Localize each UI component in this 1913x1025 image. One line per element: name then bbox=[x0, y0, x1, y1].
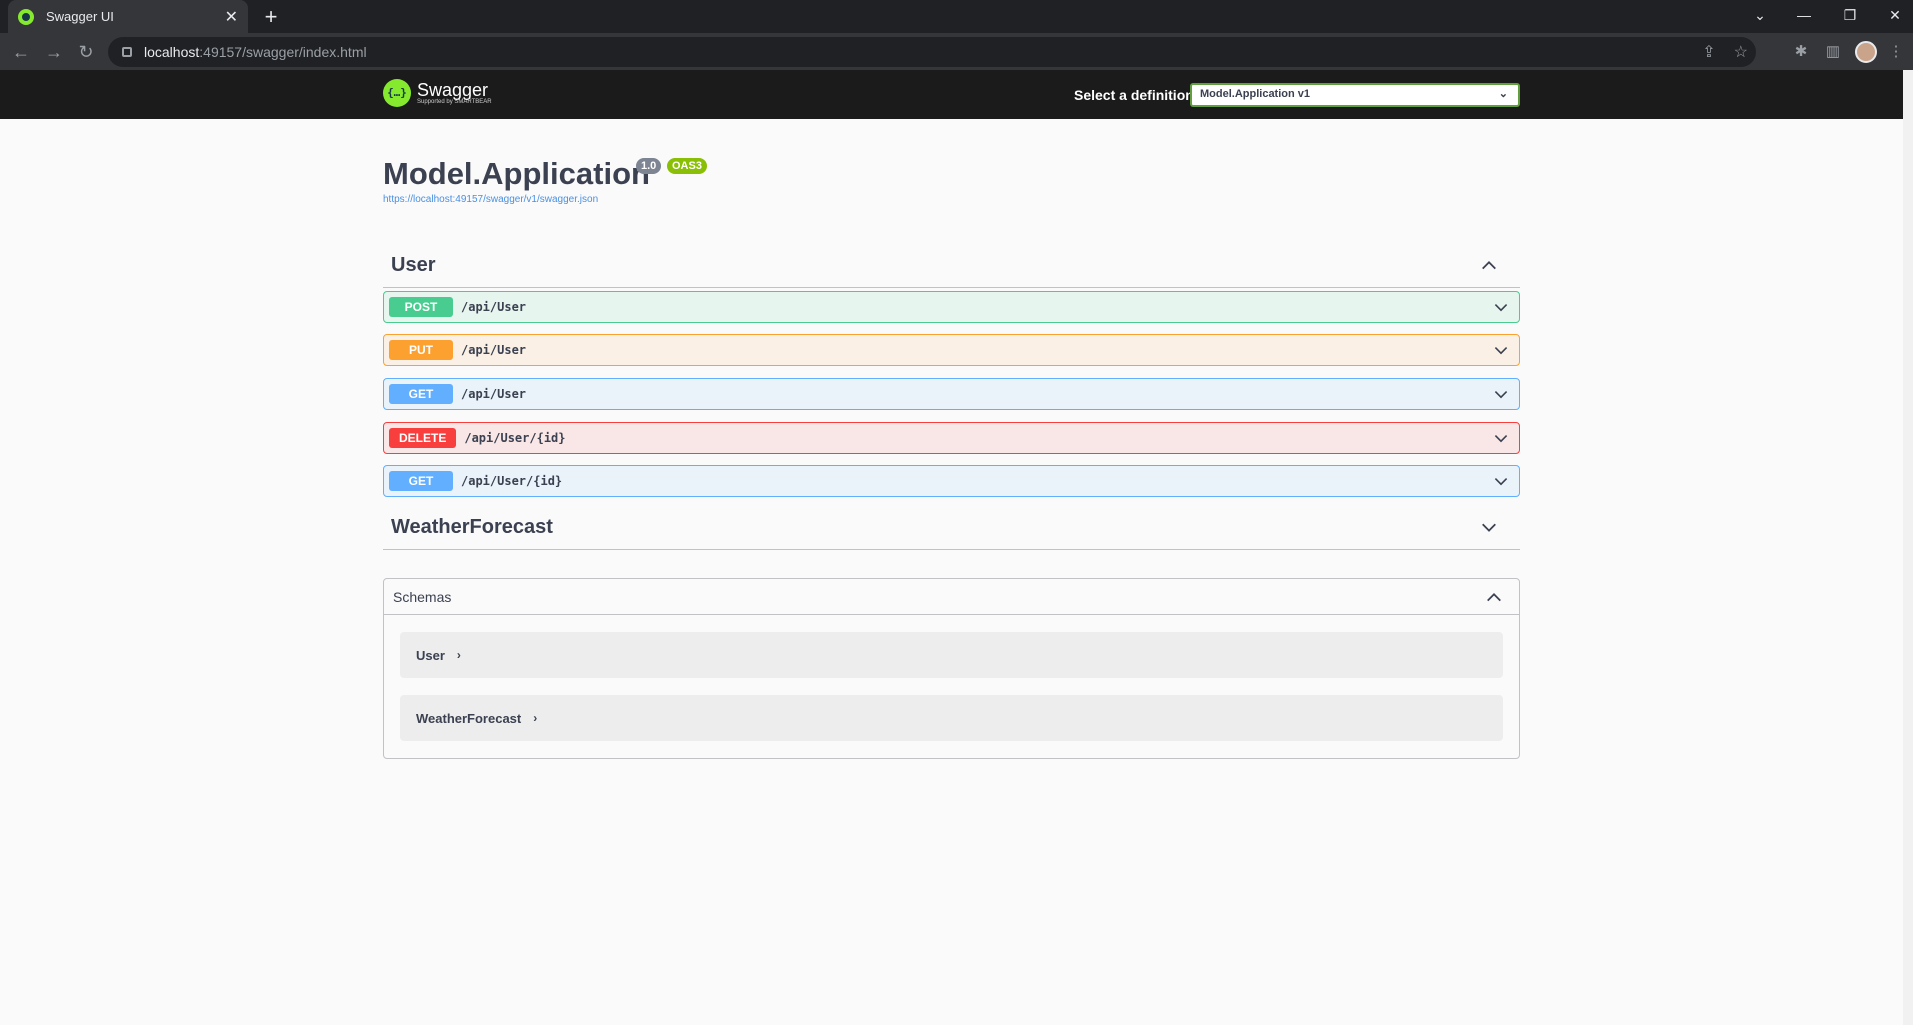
tag-header-weatherforecast[interactable]: WeatherForecast bbox=[383, 506, 1520, 550]
oas-badge: OAS3 bbox=[667, 158, 707, 174]
operation-post-user[interactable]: POST /api/User bbox=[383, 291, 1520, 323]
extensions-icon[interactable]: ✱ bbox=[1789, 40, 1813, 64]
url-host: localhost bbox=[144, 44, 200, 60]
operation-path: /api/User bbox=[461, 343, 527, 357]
browser-tab[interactable]: Swagger UI ✕ bbox=[8, 0, 248, 33]
chevron-up-icon bbox=[1482, 261, 1496, 270]
operation-get-user[interactable]: GET /api/User bbox=[383, 378, 1520, 410]
operation-path: /api/User/{id} bbox=[461, 474, 563, 488]
operation-path: /api/User bbox=[461, 300, 527, 314]
chevron-down-icon bbox=[1494, 478, 1508, 486]
chevron-up-icon bbox=[1487, 593, 1501, 602]
version-badge: 1.0 bbox=[636, 158, 662, 174]
new-tab-button[interactable]: + bbox=[258, 4, 284, 30]
back-icon[interactable]: ← bbox=[7, 38, 35, 66]
tag-header-user[interactable]: User bbox=[383, 244, 1520, 288]
api-title: Model.Application bbox=[383, 156, 650, 191]
swagger-logo[interactable]: {…} Swagger Supported by SMARTBEAR bbox=[383, 79, 492, 107]
chevron-down-icon bbox=[1494, 391, 1508, 399]
tab-title: Swagger UI bbox=[46, 9, 114, 24]
definition-value: Model.Application v1 bbox=[1200, 88, 1311, 100]
spec-json-link[interactable]: https://localhost:49157/swagger/v1/swagg… bbox=[383, 194, 598, 205]
swagger-logo-icon: {…} bbox=[383, 79, 411, 107]
minimize-icon[interactable]: — bbox=[1781, 0, 1827, 30]
chevron-down-icon bbox=[1494, 435, 1508, 443]
forward-icon[interactable]: → bbox=[40, 38, 68, 66]
operation-path: /api/User bbox=[461, 387, 527, 401]
logo-sub: Supported by SMARTBEAR bbox=[417, 99, 492, 105]
chevron-right-icon: › bbox=[533, 711, 538, 725]
model-user[interactable]: User › bbox=[400, 632, 1503, 678]
side-panel-icon[interactable]: ▥ bbox=[1821, 40, 1845, 64]
method-badge: PUT bbox=[389, 340, 453, 360]
url-path: :49157/swagger/index.html bbox=[199, 44, 367, 60]
schemas-section: Schemas User › WeatherForecast › bbox=[383, 578, 1520, 759]
bookmark-star-icon[interactable]: ☆ bbox=[1734, 42, 1748, 62]
definition-label: Select a definition bbox=[1074, 87, 1194, 103]
tag-name: User bbox=[391, 254, 436, 276]
tab-search-icon[interactable]: ⌄ bbox=[1737, 0, 1783, 30]
lock-icon bbox=[122, 47, 132, 57]
schemas-title: Schemas bbox=[393, 588, 452, 605]
reload-icon[interactable]: ↻ bbox=[72, 38, 100, 66]
chevron-right-icon: › bbox=[456, 648, 461, 662]
method-badge: GET bbox=[389, 384, 453, 404]
operation-put-user[interactable]: PUT /api/User bbox=[383, 334, 1520, 366]
profile-avatar[interactable] bbox=[1855, 41, 1877, 63]
chevron-down-icon bbox=[1494, 347, 1508, 355]
logo-name: Swagger bbox=[417, 80, 489, 100]
share-icon[interactable]: ⇪ bbox=[1702, 42, 1715, 62]
model-weatherforecast[interactable]: WeatherForecast › bbox=[400, 695, 1503, 741]
menu-kebab-icon[interactable]: ⋮ bbox=[1884, 40, 1908, 64]
restore-icon[interactable]: ❐ bbox=[1827, 0, 1873, 30]
browser-tab-strip: Swagger UI ✕ + ⌄ — ❐ ✕ bbox=[0, 0, 1913, 33]
operation-delete-user-id[interactable]: DELETE /api/User/{id} bbox=[383, 422, 1520, 454]
window-close-icon[interactable]: ✕ bbox=[1872, 0, 1913, 30]
page-scrollbar[interactable] bbox=[1903, 70, 1913, 1025]
chevron-down-icon bbox=[1482, 523, 1496, 532]
chevron-down-icon: ⌄ bbox=[1498, 88, 1508, 100]
method-badge: GET bbox=[389, 471, 453, 491]
tag-name: WeatherForecast bbox=[391, 516, 553, 538]
address-bar[interactable]: localhost :49157/swagger/index.html ⇪ ☆ bbox=[108, 37, 1756, 67]
swagger-topbar: {…} Swagger Supported by SMARTBEAR Selec… bbox=[0, 70, 1903, 119]
operation-path: /api/User/{id} bbox=[464, 431, 566, 445]
browser-toolbar: ← → ↻ localhost :49157/swagger/index.htm… bbox=[0, 33, 1913, 70]
operation-get-user-id[interactable]: GET /api/User/{id} bbox=[383, 465, 1520, 497]
model-name: User bbox=[416, 647, 445, 663]
chevron-down-icon bbox=[1494, 304, 1508, 312]
swagger-favicon-icon bbox=[18, 8, 34, 25]
schemas-header[interactable]: Schemas bbox=[384, 579, 1519, 615]
definition-select[interactable]: Model.Application v1 ⌄ bbox=[1190, 83, 1520, 107]
model-name: WeatherForecast bbox=[416, 710, 522, 726]
method-badge: POST bbox=[389, 297, 453, 317]
close-tab-icon[interactable]: ✕ bbox=[225, 7, 238, 27]
method-badge: DELETE bbox=[389, 428, 457, 448]
